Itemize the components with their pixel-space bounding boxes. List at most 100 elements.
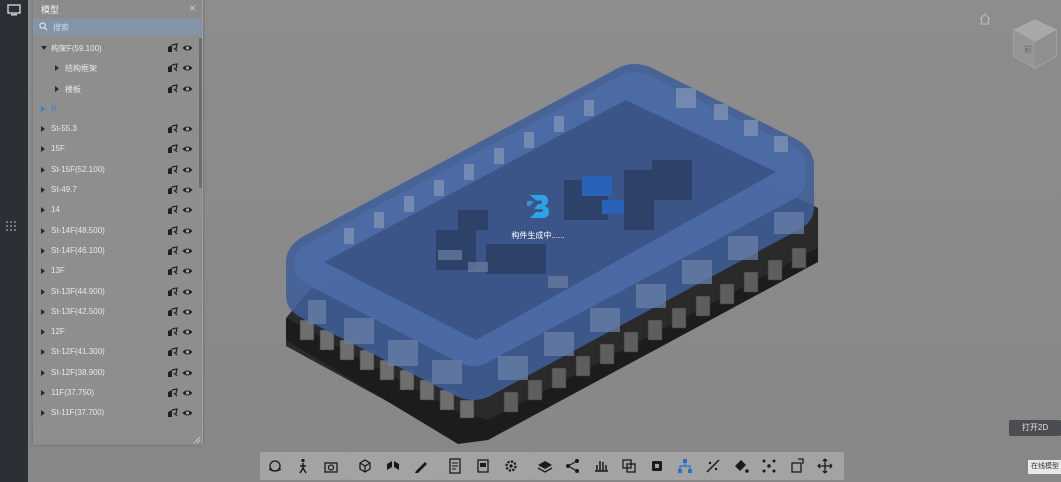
caret-right-icon[interactable] [41, 308, 45, 315]
monitor-icon[interactable] [6, 4, 22, 16]
isolate-icon[interactable] [167, 225, 178, 236]
isolate-icon[interactable] [167, 165, 178, 175]
search-input[interactable] [53, 21, 193, 33]
eye-icon[interactable] [182, 328, 193, 336]
isolate-icon[interactable] [167, 144, 178, 154]
tree-row[interactable]: St-13F(44.900) [33, 282, 198, 302]
caret-right-icon[interactable] [41, 349, 45, 356]
tree-row[interactable]: 12F [33, 322, 198, 342]
gear-button[interactable] [502, 457, 520, 475]
tree-row[interactable]: St-12F(38.900) [33, 363, 198, 383]
caret-right-icon[interactable] [55, 85, 59, 92]
tree-scrollbar[interactable] [199, 38, 202, 188]
measure-button[interactable] [704, 457, 722, 475]
tree-row[interactable]: 13F [33, 261, 198, 281]
caret-right-icon[interactable] [41, 247, 45, 254]
isolate-icon[interactable] [167, 307, 178, 317]
tree-row[interactable]: St-15F(52.100) [33, 160, 198, 180]
tree-row[interactable]: St-12F(41.300) [33, 342, 198, 362]
eye-icon[interactable] [182, 247, 193, 255]
stack-button[interactable] [536, 457, 554, 475]
eye-icon[interactable] [182, 166, 193, 174]
layers-button[interactable] [474, 457, 492, 475]
eye-icon[interactable] [182, 288, 193, 296]
eye-icon[interactable] [182, 348, 193, 356]
caret-right-icon[interactable] [41, 187, 45, 194]
isolate-icon[interactable] [167, 205, 178, 215]
isolate-icon[interactable] [167, 43, 178, 53]
tree-row[interactable]: St-11F(37.700) [33, 403, 198, 423]
hierarchy-button[interactable] [676, 457, 694, 475]
isolate-icon[interactable] [167, 367, 178, 378]
eye-icon[interactable] [182, 206, 193, 214]
tree-row[interactable]: St-55.3 [33, 119, 198, 139]
eye-icon[interactable] [182, 389, 193, 397]
eye-icon[interactable] [182, 44, 193, 52]
caret-right-icon[interactable] [41, 410, 45, 417]
camera-button[interactable] [322, 457, 340, 475]
caret-right-icon[interactable] [41, 390, 45, 397]
isolate-icon[interactable] [167, 347, 178, 357]
eye-icon[interactable] [182, 186, 193, 194]
rotate-button[interactable] [788, 457, 806, 475]
eye-icon[interactable] [182, 64, 193, 72]
isolate-icon[interactable] [167, 185, 178, 195]
scatter-button[interactable] [760, 457, 778, 475]
box-button[interactable] [648, 457, 666, 475]
eye-icon[interactable] [182, 308, 193, 316]
caret-right-icon[interactable] [41, 146, 45, 153]
eye-icon[interactable] [182, 125, 193, 133]
isolate-icon[interactable] [167, 124, 178, 134]
isolate-icon[interactable] [167, 388, 178, 398]
explode-button[interactable] [384, 457, 402, 475]
tree-row[interactable]: 楼板 [33, 79, 198, 99]
isolate-icon[interactable] [167, 246, 178, 256]
document-button[interactable] [446, 457, 464, 475]
tree-row[interactable]: St-14F(48.500) [33, 221, 198, 241]
isolate-icon[interactable] [167, 266, 178, 276]
isolate-icon[interactable] [167, 83, 178, 94]
caret-right-icon[interactable] [41, 329, 45, 336]
caret-right-icon[interactable] [41, 105, 45, 112]
hand-button[interactable] [592, 457, 610, 475]
caret-right-icon[interactable] [41, 126, 45, 133]
eye-icon[interactable] [182, 369, 193, 377]
close-icon[interactable]: × [189, 1, 196, 15]
move-button[interactable] [816, 457, 834, 475]
pen-button[interactable] [412, 457, 430, 475]
tree-row[interactable]: 构架F(59.100) [33, 38, 198, 58]
caret-right-icon[interactable] [41, 288, 45, 295]
isolate-icon[interactable] [167, 63, 178, 73]
eye-icon[interactable] [182, 145, 193, 153]
paint-button[interactable] [732, 457, 750, 475]
tree-row[interactable]: St-14F(46.100) [33, 241, 198, 261]
eye-icon[interactable] [182, 227, 193, 235]
tree-row[interactable]: 15F [33, 139, 198, 159]
tree-row[interactable]: R [33, 99, 198, 119]
share-button[interactable] [564, 457, 582, 475]
tree-row[interactable]: 结构框架 [33, 58, 198, 78]
caret-right-icon[interactable] [55, 65, 59, 72]
caret-down-icon[interactable] [41, 46, 47, 50]
tree-row[interactable]: 11F(37.750) [33, 383, 198, 403]
cube-add-button[interactable] [356, 457, 374, 475]
tree-row[interactable]: St-13F(42.500) [33, 302, 198, 322]
eye-icon[interactable] [182, 409, 193, 417]
orbit-button[interactable] [266, 457, 284, 475]
caret-right-icon[interactable] [41, 166, 45, 173]
copy-button[interactable] [620, 457, 638, 475]
caret-right-icon[interactable] [41, 207, 45, 214]
isolate-icon[interactable] [167, 286, 178, 297]
isolate-icon[interactable] [167, 327, 178, 337]
walk-button[interactable] [294, 457, 312, 475]
eye-icon[interactable] [182, 85, 193, 93]
isolate-icon[interactable] [167, 408, 178, 418]
eye-icon[interactable] [182, 267, 193, 275]
tree-row[interactable]: St-49.7 [33, 180, 198, 200]
tree-row[interactable]: 14 [33, 200, 198, 220]
caret-right-icon[interactable] [41, 369, 45, 376]
open-2d-button[interactable]: 打开2D [1009, 420, 1061, 436]
resize-handle-icon[interactable] [194, 437, 200, 443]
caret-right-icon[interactable] [41, 227, 45, 234]
view-cube[interactable]: 前 [1010, 16, 1060, 72]
